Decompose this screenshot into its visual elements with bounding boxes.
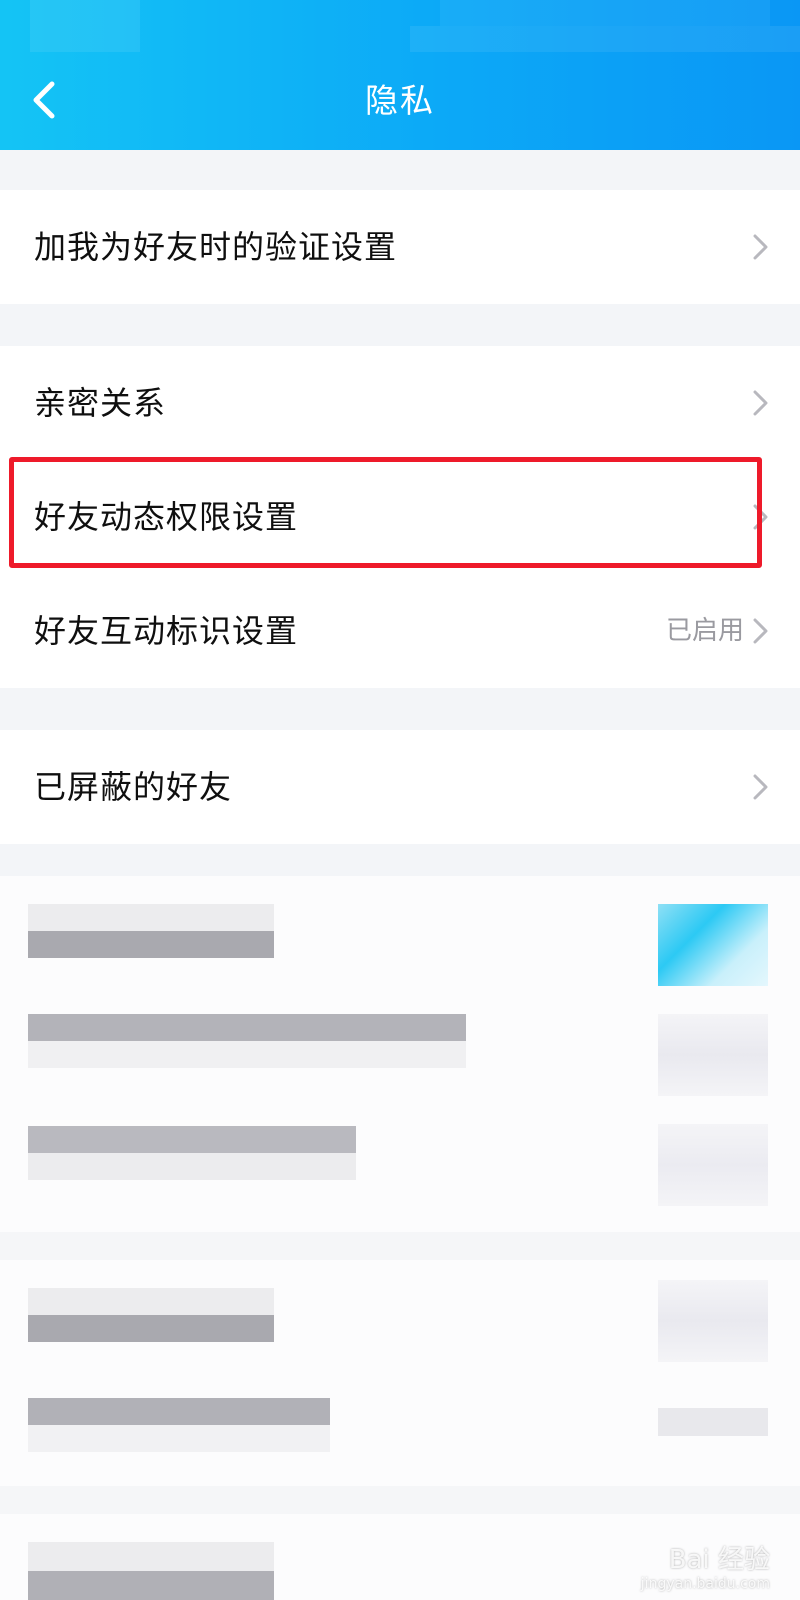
watermark-sub: jingyan.baidu.com [640,1576,770,1592]
mosaic-toggle [658,1014,768,1096]
mosaic-toggle [658,1124,768,1206]
status-bar-mosaic [30,0,140,52]
row-interaction-badge[interactable]: 好友互动标识设置 已启用 [0,574,800,688]
page-title: 隐私 [365,81,435,120]
row-label: 加我为好友时的验证设置 [34,228,398,266]
settings-group-relations: 亲密关系 好友动态权限设置 好友互动标识设置 已启用 [0,346,800,688]
chevron-right-icon [753,390,768,416]
watermark-main: Bai 经验 [668,1545,770,1575]
obscured-settings-area [0,876,800,1600]
row-friend-verification[interactable]: 加我为好友时的验证设置 [0,190,800,304]
chevron-right-icon [753,618,768,644]
row-intimate-relationship[interactable]: 亲密关系 [0,346,800,460]
row-label: 好友动态权限设置 [34,498,299,536]
row-label: 好友互动标识设置 [34,612,299,650]
row-label: 已屏蔽的好友 [34,768,233,806]
mosaic-toggle [658,1408,768,1436]
top-bar: 隐私 [0,0,800,150]
mosaic-block [28,904,274,958]
obscured-group [0,876,800,1232]
mosaic-toggle [658,904,768,986]
chevron-right-icon [753,504,768,530]
row-blocked-friends[interactable]: 已屏蔽的好友 [0,730,800,844]
settings-group-verification: 加我为好友时的验证设置 [0,190,800,304]
settings-group-blocked: 已屏蔽的好友 [0,730,800,844]
row-label: 亲密关系 [34,384,167,422]
chevron-right-icon [753,234,768,260]
mosaic-toggle [658,1280,768,1362]
status-bar-mosaic [440,0,770,26]
mosaic-block [28,1288,274,1342]
mosaic-block [28,1542,274,1600]
watermark: Bai 经验 jingyan.baidu.com [641,1539,770,1592]
obscured-group [0,1260,800,1486]
row-moments-permission[interactable]: 好友动态权限设置 [0,460,800,574]
mosaic-block [28,1014,466,1068]
mosaic-block [28,1126,356,1180]
mosaic-block [28,1398,330,1452]
row-status-value: 已启用 [665,616,744,646]
status-bar-mosaic [410,26,800,52]
chevron-right-icon [753,774,768,800]
